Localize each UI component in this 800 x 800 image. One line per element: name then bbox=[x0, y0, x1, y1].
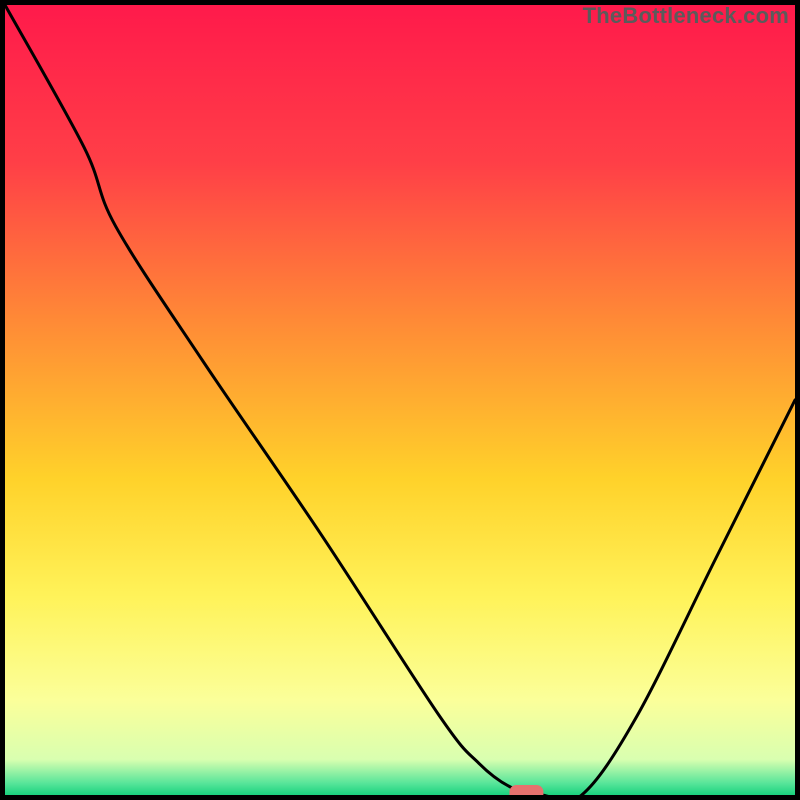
chart-frame: TheBottleneck.com bbox=[0, 0, 800, 800]
bottleneck-chart bbox=[5, 5, 795, 795]
gradient-background bbox=[5, 5, 795, 795]
optimal-marker bbox=[509, 785, 543, 795]
watermark-text: TheBottleneck.com bbox=[583, 3, 789, 29]
